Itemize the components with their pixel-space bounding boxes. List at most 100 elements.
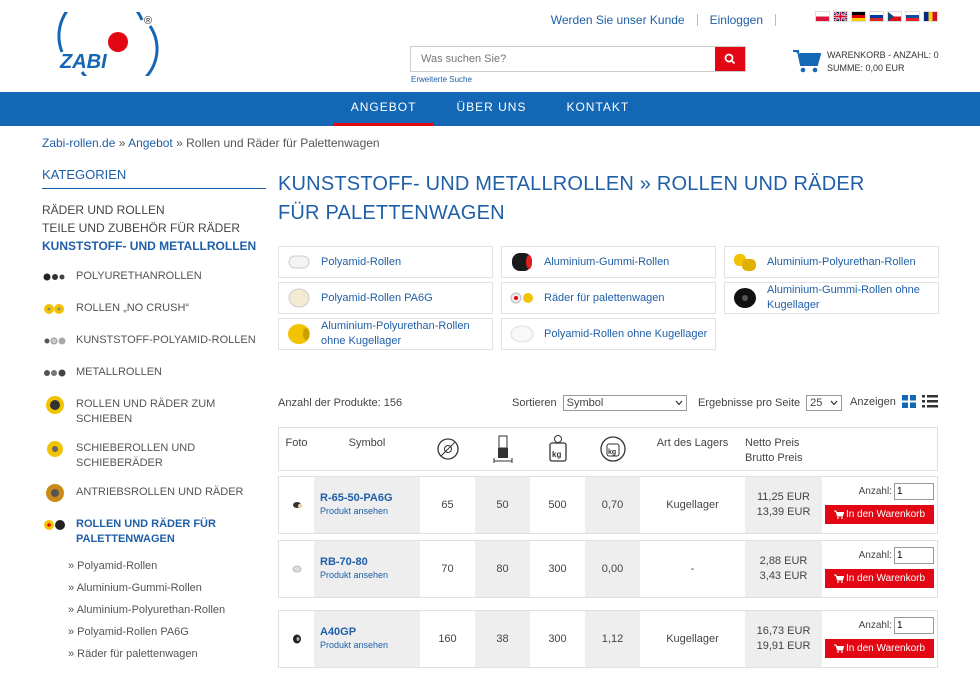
- flag-ro-icon[interactable]: [923, 11, 938, 22]
- subcategory-kunststoff-polyamid[interactable]: KUNSTSTOFF-POLYAMID-ROLLEN: [42, 331, 266, 351]
- top-links: Werden Sie unser Kunde Einloggen: [551, 13, 788, 27]
- sort-control: Sortieren Symbol: [512, 395, 687, 411]
- flag-de-icon[interactable]: [851, 11, 866, 22]
- subcategory-no-crush[interactable]: ROLLEN „NO CRUSH“: [42, 299, 266, 319]
- product-count: Anzahl der Produkte: 156: [278, 397, 403, 409]
- view-product-link[interactable]: Produkt ansehen: [320, 570, 420, 580]
- cart-icon: [833, 510, 844, 519]
- advanced-search-link[interactable]: Erweiterte Suche: [411, 75, 472, 84]
- product-thumbnail[interactable]: [279, 541, 314, 597]
- white-roller-icon: [284, 252, 314, 272]
- product-thumbnail[interactable]: [279, 611, 314, 667]
- card-polyamid-rollen[interactable]: Polyamid-Rollen: [278, 246, 493, 278]
- add-to-cart-area: Anzahl: In den Warenkorb: [822, 547, 934, 588]
- price-cell: 16,73 EUR 19,91 EUR: [745, 611, 822, 667]
- sort-select[interactable]: Symbol: [562, 395, 687, 411]
- quantity-input[interactable]: [894, 617, 934, 634]
- product-code-link[interactable]: A40GP: [320, 626, 420, 638]
- become-customer-link[interactable]: Werden Sie unser Kunde: [551, 13, 685, 27]
- quantity-input[interactable]: [894, 483, 934, 500]
- subcategory-antriebsrollen[interactable]: ANTRIEBSROLLEN UND RÄDER: [42, 483, 266, 503]
- subcategory-list: POLYURETHANROLLEN ROLLEN „NO CRUSH“ KUNS…: [42, 267, 266, 665]
- subcategory-metallrollen[interactable]: METALLROLLEN: [42, 363, 266, 383]
- category-raeder-und-rollen[interactable]: RÄDER UND ROLLEN: [42, 201, 266, 219]
- login-link[interactable]: Einloggen: [710, 13, 763, 27]
- search-input[interactable]: [411, 47, 715, 71]
- view-label: Anzeigen: [850, 395, 896, 408]
- svg-text:ZABI: ZABI: [59, 51, 107, 73]
- yellow-roller-icon: [284, 324, 314, 344]
- card-aluminium-polyurethan-ohne[interactable]: Aluminium-Polyurethan-Rollen ohne Kugell…: [278, 318, 493, 350]
- sort-label: Sortieren: [512, 397, 557, 409]
- flag-cz-icon[interactable]: [887, 11, 902, 22]
- roller-set-icon: [42, 267, 68, 287]
- subcategory-polyurethanrollen[interactable]: POLYURETHANROLLEN: [42, 267, 266, 287]
- card-polyamid-ohne[interactable]: Polyamid-Rollen ohne Kugellager: [501, 318, 716, 350]
- add-to-cart-button[interactable]: In den Warenkorb: [825, 505, 934, 524]
- flag-uk-icon[interactable]: [833, 11, 848, 22]
- grid-view-icon[interactable]: [901, 395, 916, 408]
- cart-summary[interactable]: WARENKORB - ANZAHL: 0 SUMME: 0,00 EUR: [827, 49, 939, 75]
- weight-value: 0,00: [585, 541, 640, 597]
- card-aluminium-gummi[interactable]: Aluminium-Gummi-Rollen: [501, 246, 716, 278]
- category-kunststoff-metall[interactable]: KUNSTSTOFF- UND METALLROLLEN: [42, 237, 266, 255]
- product-code-link[interactable]: RB-70-80: [320, 556, 420, 568]
- product-code-link[interactable]: R-65-50-PA6G: [320, 492, 420, 504]
- subsub-aluminium-polyurethan[interactable]: » Aluminium-Polyurethan-Rollen: [68, 599, 266, 621]
- symbol-cell: A40GP Produkt ansehen: [314, 611, 420, 667]
- card-aluminium-gummi-ohne[interactable]: Aluminium-Gummi-Rollen ohne Kugellager: [724, 282, 939, 314]
- search-button[interactable]: [715, 47, 745, 71]
- per-page-selected-value: 25: [810, 397, 823, 409]
- weight-value: 0,70: [585, 477, 640, 533]
- pallet-wheel-icon: [507, 288, 537, 308]
- diameter-value: 65: [441, 499, 454, 511]
- table-row: A40GP Produkt ansehen 160 38 300 1,12 Ku…: [278, 610, 938, 668]
- diameter-value: 70: [441, 563, 454, 575]
- list-view-icon[interactable]: [921, 395, 938, 408]
- subsub-aluminium-gummi[interactable]: » Aluminium-Gummi-Rollen: [68, 577, 266, 599]
- load-value: 300: [548, 563, 567, 575]
- svg-text:kg: kg: [608, 449, 616, 456]
- flag-ru-icon[interactable]: [869, 11, 884, 22]
- view-product-link[interactable]: Produkt ansehen: [320, 640, 420, 650]
- card-aluminium-polyurethan[interactable]: Aluminium-Polyurethan-Rollen: [724, 246, 939, 278]
- svg-text:®: ®: [144, 15, 152, 27]
- breadcrumb-angebot[interactable]: Angebot: [128, 136, 173, 150]
- view-product-link[interactable]: Produkt ansehen: [320, 506, 420, 516]
- nav-angebot[interactable]: ANGEBOT: [332, 92, 435, 126]
- breadcrumb: Zabi-rollen.de » Angebot » Rollen und Rä…: [42, 136, 380, 150]
- nav-ueber-uns[interactable]: ÜBER UNS: [438, 92, 544, 126]
- card-raeder-palettenwagen[interactable]: Räder für palettenwagen: [501, 282, 716, 314]
- add-to-cart-button[interactable]: In den Warenkorb: [825, 569, 934, 588]
- pusher-roller-icon: [42, 439, 68, 459]
- zabi-logo[interactable]: ZABI ®: [42, 0, 162, 92]
- flag-sk-icon[interactable]: [905, 11, 920, 22]
- subsub-raeder-palettenwagen[interactable]: » Räder für palettenwagen: [68, 643, 266, 665]
- width-value: 80: [475, 541, 530, 597]
- subcategory-label: SCHIEBEROLLEN UND SCHIEBERÄDER: [76, 442, 196, 469]
- subcategory-schieberollen[interactable]: SCHIEBEROLLEN UND SCHIEBERÄDER: [42, 439, 266, 471]
- breadcrumb-home[interactable]: Zabi-rollen.de: [42, 136, 115, 150]
- nav-kontakt[interactable]: KONTAKT: [548, 92, 647, 126]
- card-polyamid-pa6g[interactable]: Polyamid-Rollen PA6G: [278, 282, 493, 314]
- quantity-input[interactable]: [894, 547, 934, 564]
- col-foto: Foto: [285, 437, 308, 449]
- card-label: Polyamid-Rollen PA6G: [321, 291, 433, 304]
- load-value: 300: [548, 633, 567, 645]
- add-to-cart-label: In den Warenkorb: [845, 643, 926, 654]
- subsub-polyamid-rollen[interactable]: » Polyamid-Rollen: [68, 555, 266, 577]
- col-symbol: Symbol: [348, 437, 386, 449]
- per-page-select[interactable]: 25: [806, 395, 843, 411]
- cart-icon[interactable]: [792, 48, 822, 74]
- gross-price: 3,43 EUR: [759, 570, 808, 582]
- quantity-label: Anzahl:: [858, 486, 892, 497]
- add-to-cart-button[interactable]: In den Warenkorb: [825, 639, 934, 658]
- product-thumbnail[interactable]: [279, 477, 314, 533]
- flag-pl-icon[interactable]: [815, 11, 830, 22]
- subcategory-palettenwagen[interactable]: ROLLEN UND RÄDER FÜR PALETTENWAGEN: [42, 515, 266, 547]
- width-icon: [475, 428, 530, 470]
- subsub-polyamid-pa6g[interactable]: » Polyamid-Rollen PA6G: [68, 621, 266, 643]
- category-teile-zubehoer[interactable]: TEILE UND ZUBEHÖR FÜR RÄDER: [42, 219, 266, 237]
- col-brutto: Brutto Preis: [745, 452, 803, 464]
- subcategory-schieben[interactable]: ROLLEN UND RÄDER ZUM SCHIEBEN: [42, 395, 266, 427]
